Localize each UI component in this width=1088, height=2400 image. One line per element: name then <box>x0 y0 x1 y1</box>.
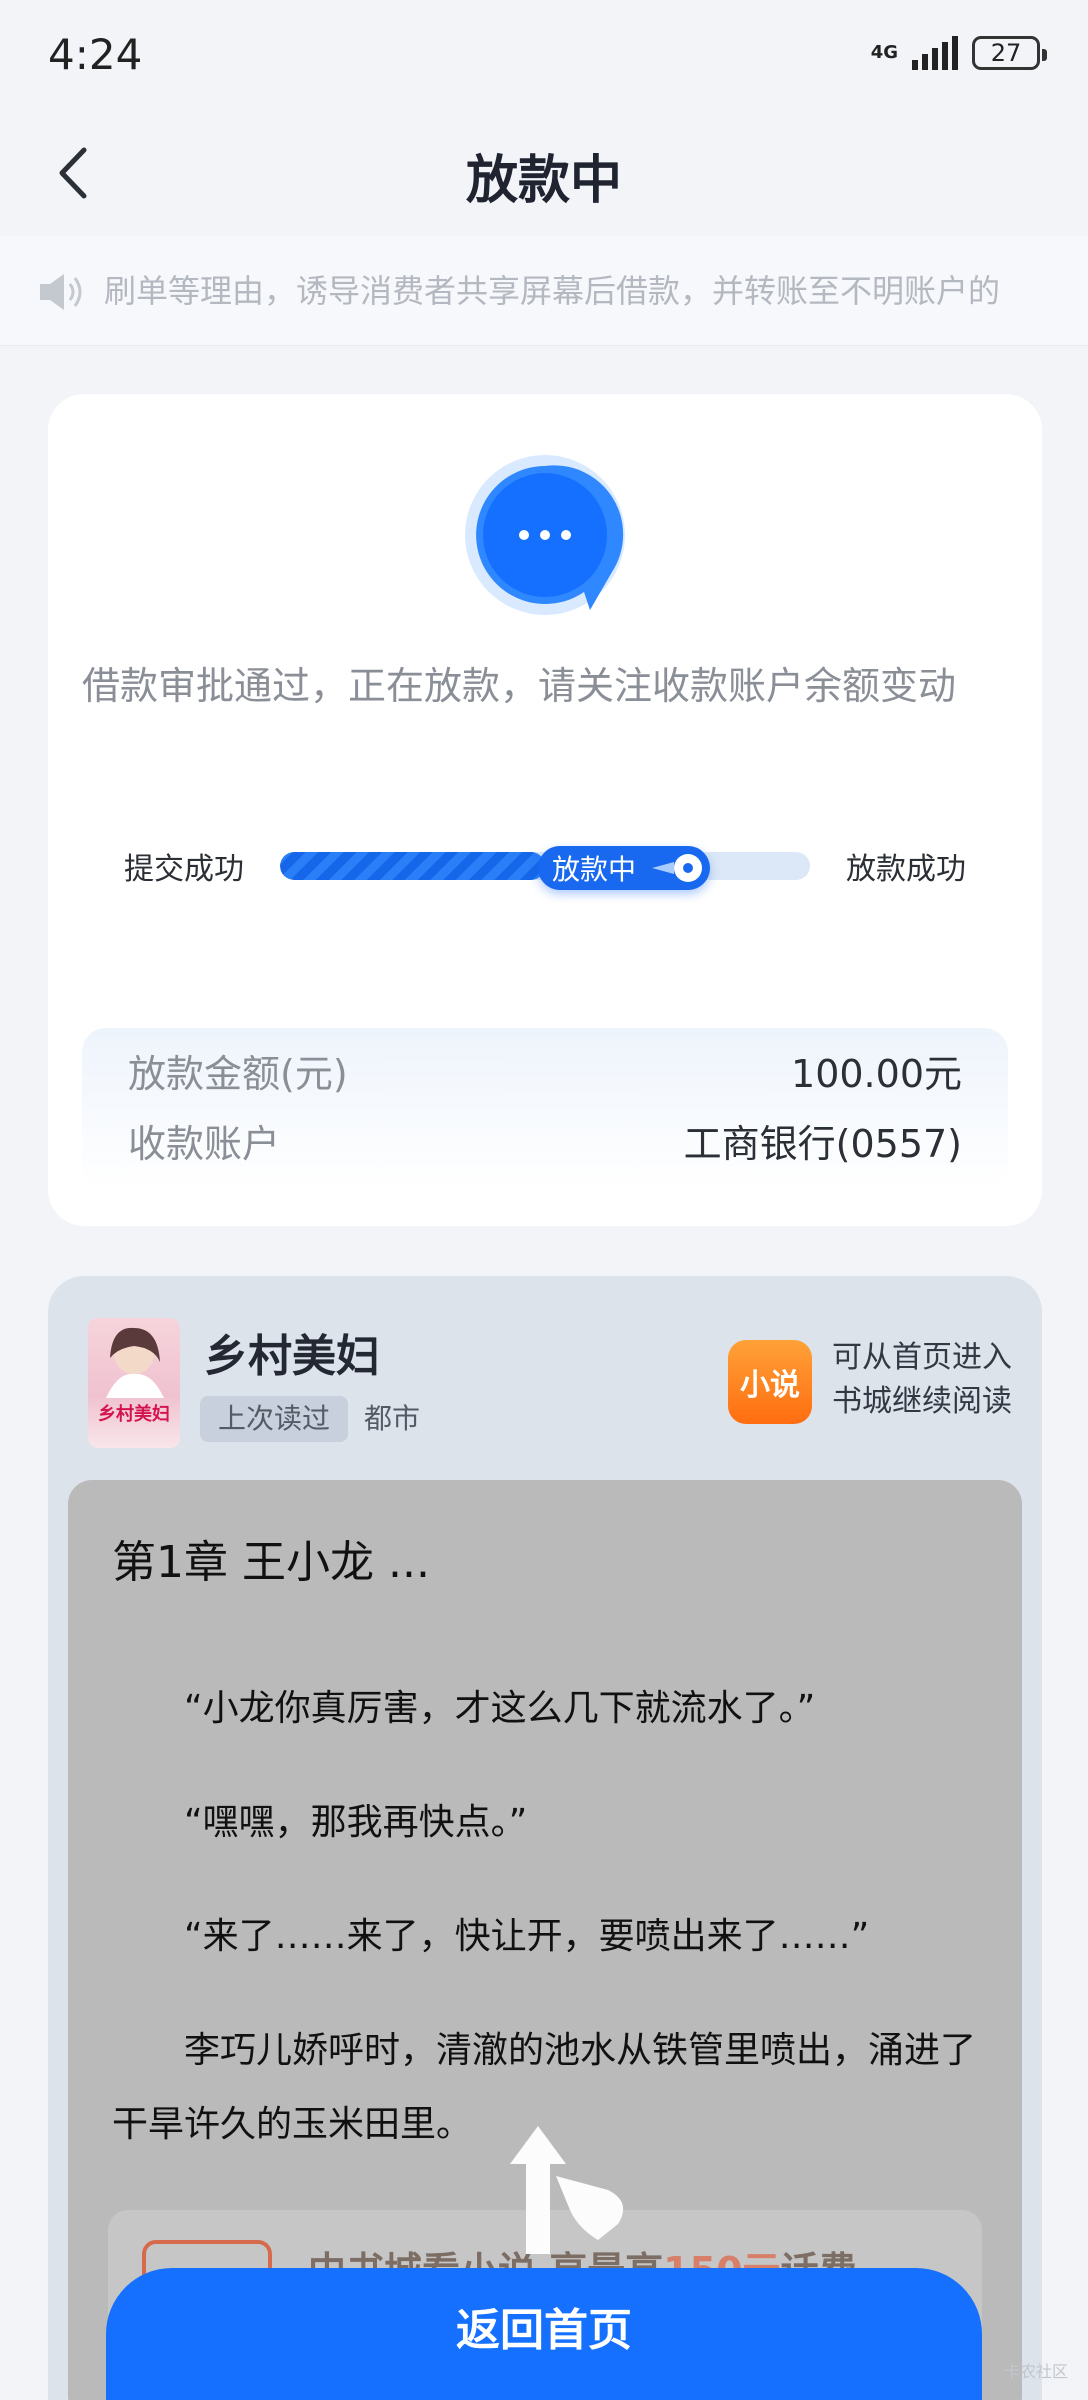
step-submitted: 提交成功 <box>124 852 244 887</box>
amount-row: 放款金额(元) 100.00元 <box>128 1040 962 1100</box>
paragraph: “小龙你真厉害，才这么几下就流水了。” <box>184 1688 816 1729</box>
return-home-button[interactable]: 返回首页 <box>106 2268 982 2400</box>
paragraph: “嘿嘿，那我再快点。” <box>184 1802 528 1843</box>
account-value: 工商银行(0557) <box>683 1121 962 1166</box>
swipe-up-hand-icon <box>510 2126 624 2254</box>
notice-text: 刷单等理由，诱导消费者共享屏幕后借款，并转账至不明账户的 <box>104 272 1001 310</box>
bookstore-hint: 可从首页进入 书城继续阅读 <box>832 1336 1012 1424</box>
account-row: 收款账户 工商银行(0557) <box>128 1110 962 1170</box>
novel-app-label: 小说 <box>740 1368 800 1403</box>
speaker-icon <box>40 274 82 310</box>
hint-line-1: 可从首页进入 <box>832 1340 1012 1375</box>
status-description: 借款审批通过，正在放款，请关注收款账户余额变动 <box>82 664 957 708</box>
amount-value: 100.00元 <box>791 1051 962 1096</box>
reader-preview[interactable]: 第1章 王小龙 ... “小龙你真厉害，才这么几下就流水了。” “嘿嘿，那我再快… <box>68 1480 1022 2400</box>
cover-title: 乡村美妇 <box>98 1404 170 1425</box>
book-cover[interactable]: 乡村美妇 <box>88 1318 180 1448</box>
page-title: 放款中 <box>465 151 622 211</box>
nav-bar: 放款中 <box>0 110 1088 230</box>
loan-status-card: 借款审批通过，正在放款，请关注收款账户余额变动 提交成功 放款中 放款成功 放款… <box>48 394 1042 1226</box>
battery-icon: 27 <box>972 36 1047 70</box>
progress-fill <box>280 852 545 880</box>
status-bar: 4:24 4G 27 <box>0 0 1088 110</box>
account-label: 收款账户 <box>128 1121 281 1166</box>
status-indicators: 4G 27 <box>870 36 1047 70</box>
status-time: 4:24 <box>48 30 143 79</box>
watermark: 卡农社区 <box>1003 2362 1068 2381</box>
cover-illustration <box>106 1327 164 1398</box>
chapter-title: 第1章 王小龙 ... <box>112 1537 430 1588</box>
step-disbursed: 放款成功 <box>846 852 966 887</box>
processing-chat-icon <box>465 455 625 615</box>
paragraph: “来了……来了，快让开，要喷出来了……” <box>184 1916 870 1957</box>
step-current-badge: 放款中 <box>538 846 710 890</box>
step-current-label: 放款中 <box>552 853 637 886</box>
loan-details: 放款金额(元) 100.00元 收款账户 工商银行(0557) <box>82 1028 1008 1188</box>
hint-line-2: 书城继续阅读 <box>832 1384 1012 1419</box>
last-read-tag: 上次读过 <box>200 1396 349 1442</box>
notice-bar: 刷单等理由，诱导消费者共享屏幕后借款，并转账至不明账户的 <box>0 236 1088 346</box>
novel-app-icon[interactable]: 小说 <box>728 1340 812 1424</box>
book-title[interactable]: 乡村美妇 <box>204 1320 380 1384</box>
network-type: 4G <box>870 42 898 63</box>
signal-icon <box>912 36 958 70</box>
amount-label: 放款金额(元) <box>128 1051 348 1096</box>
genre-tag: 都市 <box>364 1402 421 1435</box>
rocket-icon <box>652 854 702 882</box>
battery-level: 27 <box>990 39 1022 67</box>
return-home-label: 返回首页 <box>456 2305 632 2356</box>
